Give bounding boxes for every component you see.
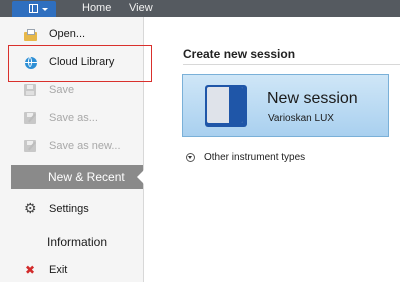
ribbon-bar: Home View — [0, 0, 400, 17]
menu-item-label: Open... — [49, 28, 86, 40]
page-title: Create new session — [183, 47, 296, 61]
document-menu-icon — [29, 4, 38, 13]
gear-icon — [24, 200, 38, 217]
instrument-icon — [205, 85, 247, 127]
menu-item-label: Save — [49, 84, 75, 96]
menu-section-information[interactable]: Information — [47, 235, 107, 249]
save-as-icon — [24, 112, 36, 124]
divider — [183, 64, 400, 65]
tab-home[interactable]: Home — [82, 2, 111, 14]
menu-section-new-recent[interactable]: New & Recent — [11, 165, 144, 189]
tab-view[interactable]: View — [129, 2, 153, 14]
menu-item-save-as-new[interactable]: Save as new... — [0, 134, 143, 160]
save-icon — [24, 84, 36, 96]
save-as-new-icon — [24, 140, 36, 152]
folder-open-icon — [24, 28, 38, 42]
selection-pointer — [137, 170, 144, 184]
highlight-frame — [8, 45, 152, 82]
menu-item-label: Save as new... — [49, 140, 121, 152]
new-session-instrument: Varioskan LUX — [268, 113, 334, 124]
new-session-button[interactable]: New session Varioskan LUX — [182, 74, 389, 137]
chevron-down-icon — [42, 8, 48, 11]
menu-item-exit[interactable]: Exit — [0, 258, 143, 284]
expand-circle-icon — [186, 153, 195, 162]
app-menu-button[interactable] — [12, 1, 56, 17]
menu-item-save-as[interactable]: Save as... — [0, 106, 143, 132]
new-session-title: New session — [267, 90, 358, 107]
menu-item-label: Save as... — [49, 112, 98, 124]
other-instrument-types-label: Other instrument types — [204, 152, 306, 163]
close-icon — [24, 263, 38, 278]
menu-item-settings[interactable]: Settings — [0, 197, 143, 223]
menu-item-label: Settings — [49, 203, 89, 215]
menu-item-label: Exit — [49, 264, 68, 276]
other-instrument-types-toggle[interactable]: Other instrument types — [184, 150, 324, 166]
section-label: New & Recent — [48, 170, 125, 184]
